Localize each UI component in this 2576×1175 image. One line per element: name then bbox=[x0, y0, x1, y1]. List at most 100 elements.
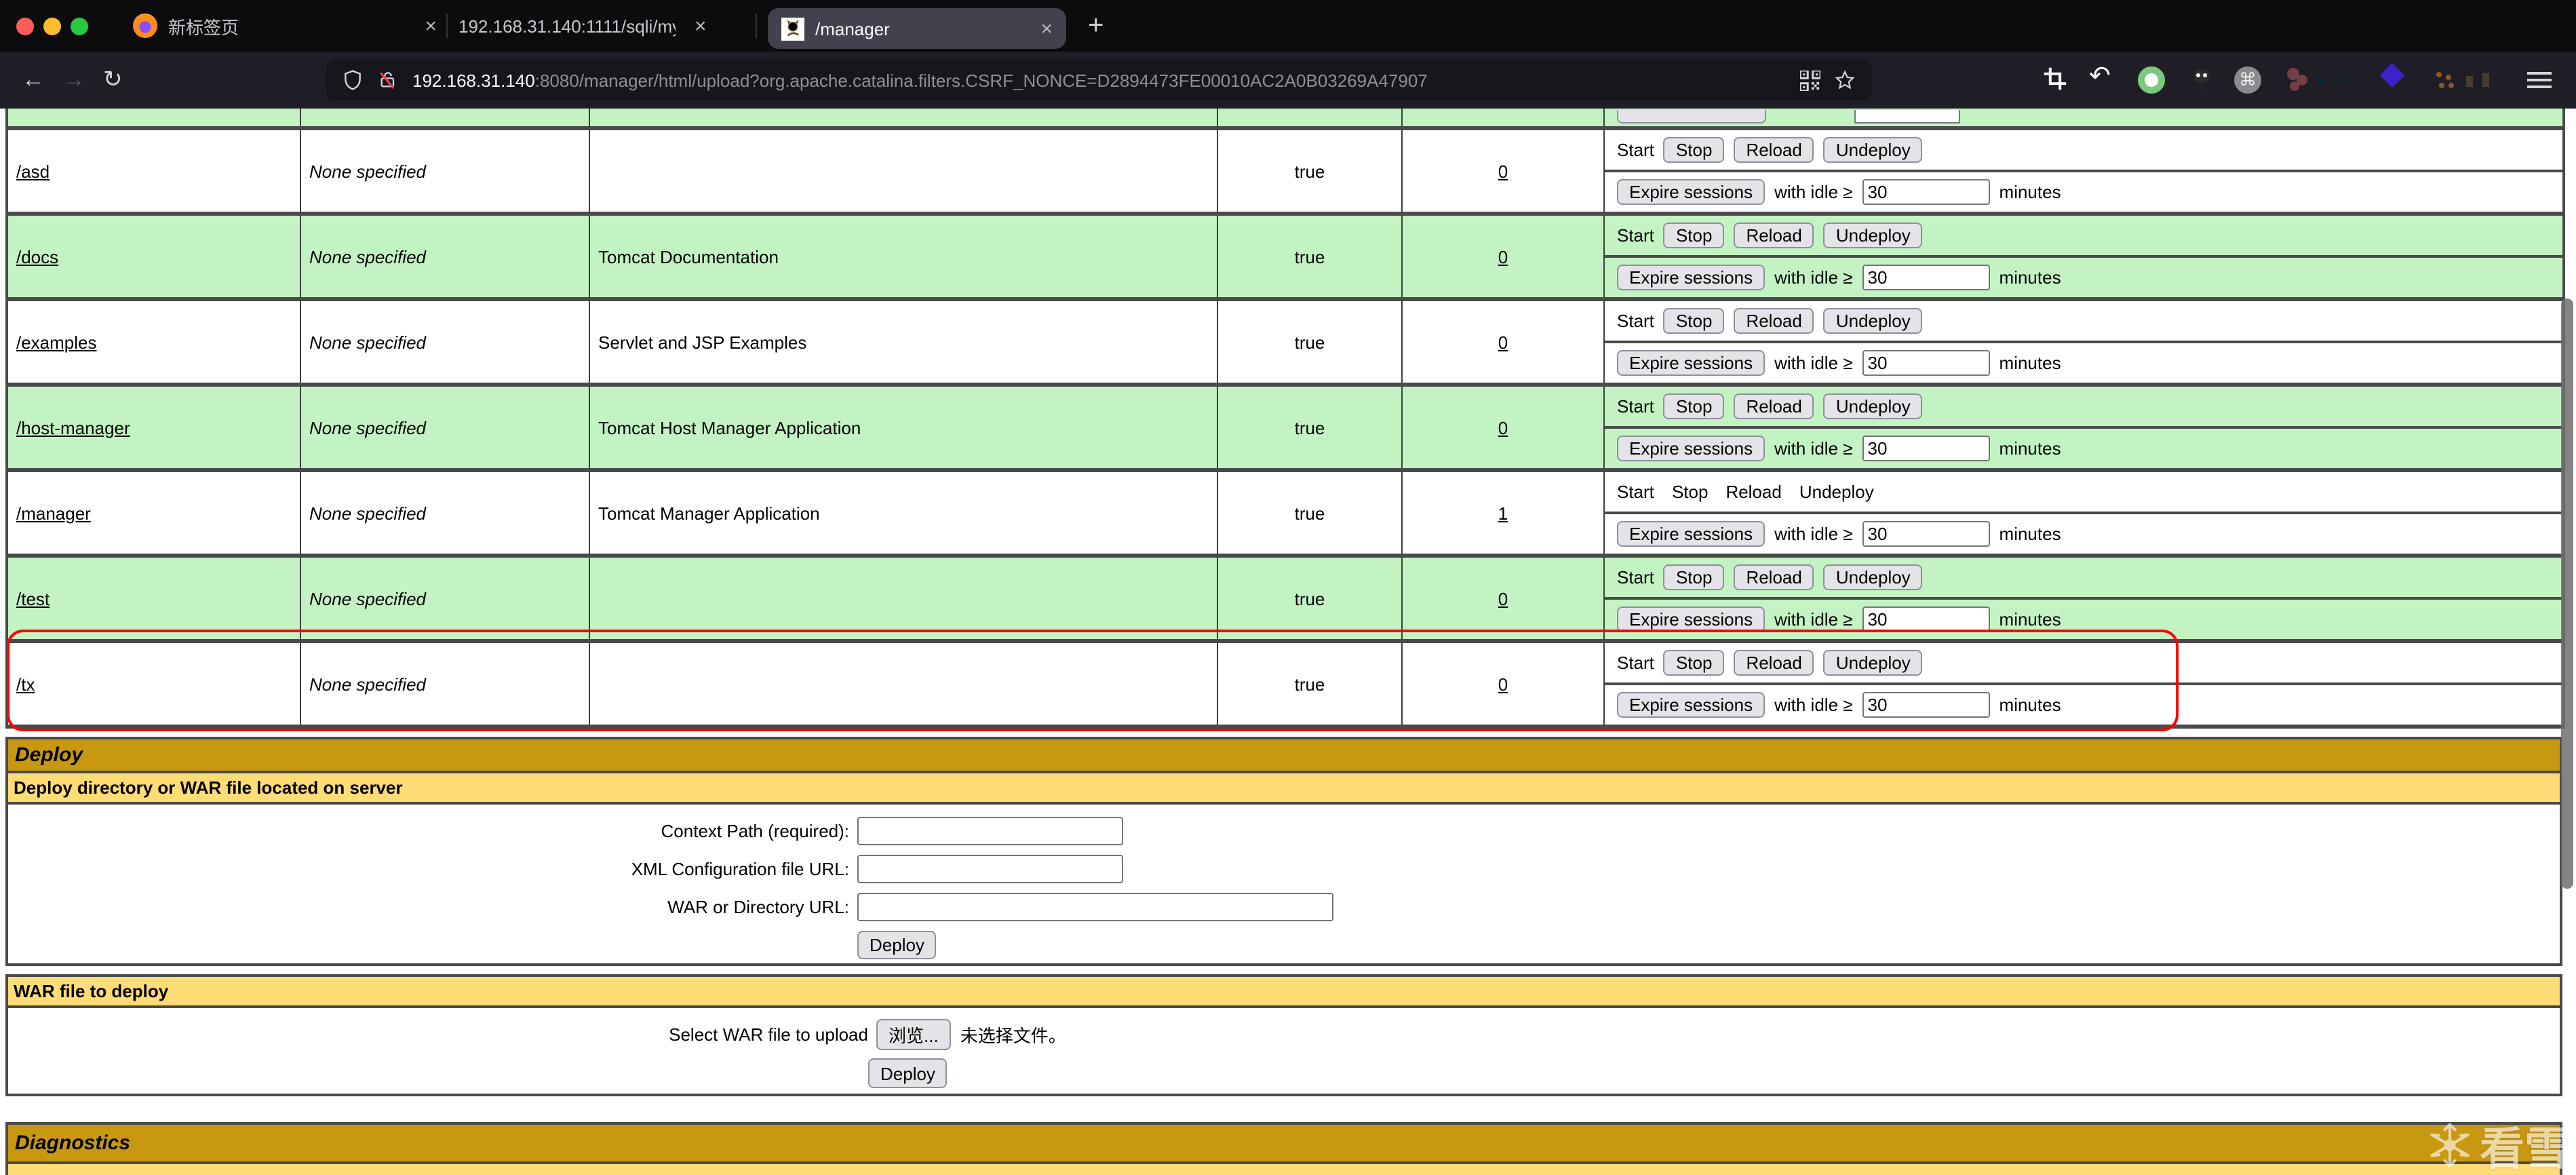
undeploy-button[interactable]: Undeploy bbox=[1824, 564, 1923, 590]
expire-sessions-button[interactable]: Expire sessions bbox=[1617, 436, 1765, 461]
app-path-link[interactable]: /manager bbox=[16, 503, 91, 523]
tab-manager-active[interactable]: /manager × bbox=[768, 8, 1066, 49]
expire-sessions-button[interactable]: Expire sessions bbox=[1617, 265, 1765, 290]
undeploy-button[interactable]: Undeploy bbox=[1824, 308, 1923, 334]
expire-sessions-row: Expire sessionswith idle ≥minutes bbox=[1605, 685, 2562, 725]
menu-icon[interactable] bbox=[2527, 66, 2552, 94]
expire-sessions-button[interactable]: Expire sessions bbox=[1617, 692, 1765, 718]
forward-icon[interactable]: → bbox=[62, 64, 85, 96]
qr-code-icon[interactable] bbox=[1800, 70, 1820, 90]
expire-sessions-button[interactable]: Expire sessions bbox=[1617, 521, 1765, 547]
sessions-link[interactable]: 0 bbox=[1498, 161, 1508, 181]
expire-sessions-row: Expire sessionswith idle ≥minutes bbox=[1605, 600, 2562, 639]
idle-minutes-input[interactable] bbox=[1862, 436, 1990, 461]
sessions-cell: 0 bbox=[1401, 301, 1603, 383]
undeploy-button[interactable]: Undeploy bbox=[1824, 137, 1923, 163]
tab-new-tab-page[interactable]: 新标签页 × bbox=[122, 0, 448, 52]
new-tab-button[interactable]: + bbox=[1088, 10, 1104, 41]
app-path-link[interactable]: /docs bbox=[16, 246, 58, 267]
tab-sqli-mybatis[interactable]: 192.168.31.140:1111/sqli/mybatis/vul × bbox=[448, 0, 757, 52]
deploy-server-button[interactable]: Deploy bbox=[857, 931, 937, 959]
reload-button[interactable]: Reload bbox=[1734, 650, 1814, 676]
idle-minutes-input[interactable] bbox=[1862, 521, 1990, 547]
version-cell: None specified bbox=[300, 643, 589, 725]
tab-title: 新标签页 bbox=[168, 13, 406, 39]
undeploy-button[interactable]: Undeploy bbox=[1824, 393, 1923, 419]
reload-icon[interactable]: ↻ bbox=[103, 64, 123, 96]
stop-button[interactable]: Stop bbox=[1664, 137, 1725, 163]
expire-sessions-button[interactable]: Expire sessions bbox=[1617, 350, 1765, 376]
xml-config-input[interactable] bbox=[857, 855, 1123, 883]
screenshot-crop-icon[interactable] bbox=[2043, 66, 2070, 94]
idle-prefix-text: with idle ≥ bbox=[1774, 353, 1852, 373]
tab-close-icon[interactable]: × bbox=[695, 16, 707, 36]
bookmark-star-icon[interactable] bbox=[1834, 69, 1856, 91]
idle-minutes-input[interactable] bbox=[1862, 606, 1990, 632]
diagnostics-section: Diagnostics bbox=[5, 1122, 2562, 1175]
shield-icon[interactable] bbox=[342, 69, 364, 91]
sessions-link[interactable]: 0 bbox=[1498, 417, 1508, 438]
page-scrollbar-thumb[interactable] bbox=[2561, 298, 2573, 889]
sessions-link[interactable]: 1 bbox=[1498, 503, 1508, 523]
expire-sessions-button-partial[interactable] bbox=[1617, 110, 1766, 123]
expire-sessions-button[interactable]: Expire sessions bbox=[1617, 606, 1765, 632]
expire-sessions-button[interactable]: Expire sessions bbox=[1617, 179, 1765, 205]
tab-close-icon[interactable]: × bbox=[1040, 18, 1053, 39]
app-path-link[interactable]: /host-manager bbox=[16, 417, 130, 438]
version-text: None specified bbox=[309, 332, 426, 352]
green-ring-icon[interactable] bbox=[2138, 66, 2165, 94]
idle-minutes-input[interactable] bbox=[1862, 350, 1990, 376]
sessions-link[interactable]: 0 bbox=[1498, 332, 1508, 352]
idle-minutes-input[interactable] bbox=[1862, 265, 1990, 290]
war-directory-url-input[interactable] bbox=[857, 893, 1333, 921]
url-bar[interactable]: 192.168.31.140:8080/manager/html/upload?… bbox=[326, 60, 1872, 100]
stop-button[interactable]: Stop bbox=[1664, 393, 1725, 419]
app-path-link[interactable]: /test bbox=[16, 588, 50, 609]
navigation-toolbar: ← → ↻ 192.168.31.140:8080/manager/html/u… bbox=[0, 52, 2576, 109]
close-window-button[interactable] bbox=[16, 18, 34, 35]
reload-button[interactable]: Reload bbox=[1734, 564, 1814, 590]
idle-prefix-text: with idle ≥ bbox=[1774, 695, 1852, 715]
path-cell: /host-manager bbox=[8, 387, 300, 468]
display-name-cell: Tomcat Manager Application bbox=[589, 472, 1217, 554]
reload-button[interactable]: Reload bbox=[1734, 137, 1814, 163]
stop-button[interactable]: Stop bbox=[1664, 564, 1725, 590]
idle-suffix-text: minutes bbox=[1999, 524, 2061, 544]
idle-prefix-text: with idle ≥ bbox=[1774, 524, 1852, 544]
reload-button[interactable]: Reload bbox=[1734, 393, 1814, 419]
zoom-window-button[interactable] bbox=[71, 18, 88, 35]
expire-sessions-row: Expire sessionswith idle ≥minutes bbox=[1605, 258, 2562, 297]
undeploy-button[interactable]: Undeploy bbox=[1824, 650, 1923, 676]
idle-minutes-input[interactable] bbox=[1862, 692, 1990, 718]
idle-minutes-input-partial[interactable] bbox=[1854, 110, 1960, 123]
undo-arrow-icon[interactable]: ↶ bbox=[2089, 61, 2116, 88]
sessions-link[interactable]: 0 bbox=[1498, 246, 1508, 267]
reload-button[interactable]: Reload bbox=[1734, 223, 1814, 248]
app-path-link[interactable]: /asd bbox=[16, 161, 50, 181]
url-host: 192.168.31.140 bbox=[412, 70, 535, 90]
context-path-input[interactable] bbox=[857, 817, 1123, 845]
kanxue-watermark: 看雪 bbox=[2424, 1113, 2569, 1175]
browse-file-button[interactable]: 浏览... bbox=[876, 1019, 951, 1050]
app-path-link[interactable]: /tx bbox=[16, 674, 35, 694]
stop-button[interactable]: Stop bbox=[1664, 308, 1725, 334]
undeploy-button[interactable]: Undeploy bbox=[1824, 223, 1923, 248]
app-path-link[interactable]: /examples bbox=[16, 332, 97, 352]
reload-button[interactable]: Reload bbox=[1734, 308, 1814, 334]
minimize-window-button[interactable] bbox=[43, 18, 61, 35]
stop-button[interactable]: Stop bbox=[1664, 223, 1725, 248]
insecure-lock-icon[interactable] bbox=[377, 69, 399, 91]
sessions-link[interactable]: 0 bbox=[1498, 674, 1508, 694]
idle-minutes-input[interactable] bbox=[1862, 179, 1990, 205]
running-text: true bbox=[1295, 161, 1325, 181]
expire-sessions-row: Expire sessionswith idle ≥minutes bbox=[1605, 343, 2562, 383]
deploy-upload-button[interactable]: Deploy bbox=[868, 1058, 948, 1088]
display-name-text: Servlet and JSP Examples bbox=[598, 332, 806, 352]
sessions-link[interactable]: 0 bbox=[1498, 588, 1508, 609]
tab-close-icon[interactable]: × bbox=[425, 16, 437, 36]
table-row-manager: /managerNone specifiedTomcat Manager App… bbox=[8, 472, 2562, 558]
back-icon[interactable]: ← bbox=[22, 64, 45, 96]
start-text: Start bbox=[1617, 311, 1654, 331]
command-icon[interactable]: ⌘ bbox=[2234, 66, 2261, 94]
stop-button[interactable]: Stop bbox=[1664, 650, 1725, 676]
